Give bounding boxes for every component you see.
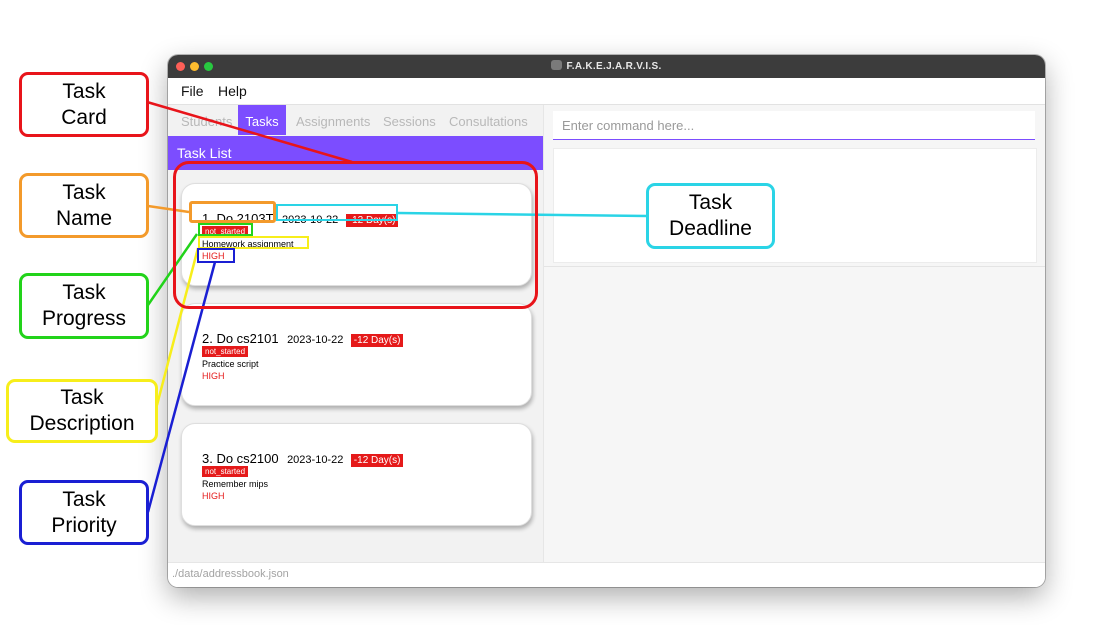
task-name-callout: Task Name	[19, 173, 149, 238]
task-card-callout: Task Card	[19, 72, 149, 137]
task-name-highlight	[189, 201, 276, 223]
task-deadline-callout: Task Deadline	[646, 183, 775, 249]
task-card-leader	[146, 100, 353, 164]
task-progress-highlight	[198, 223, 253, 236]
task-progress-callout: Task Progress	[19, 273, 149, 339]
annotation-leader-lines	[146, 100, 649, 513]
task-priority-callout: Task Priority	[19, 480, 149, 545]
task-deadline-highlight	[276, 204, 398, 221]
task-priority-highlight	[197, 248, 235, 263]
task-description-callout: Task Description	[6, 379, 158, 443]
